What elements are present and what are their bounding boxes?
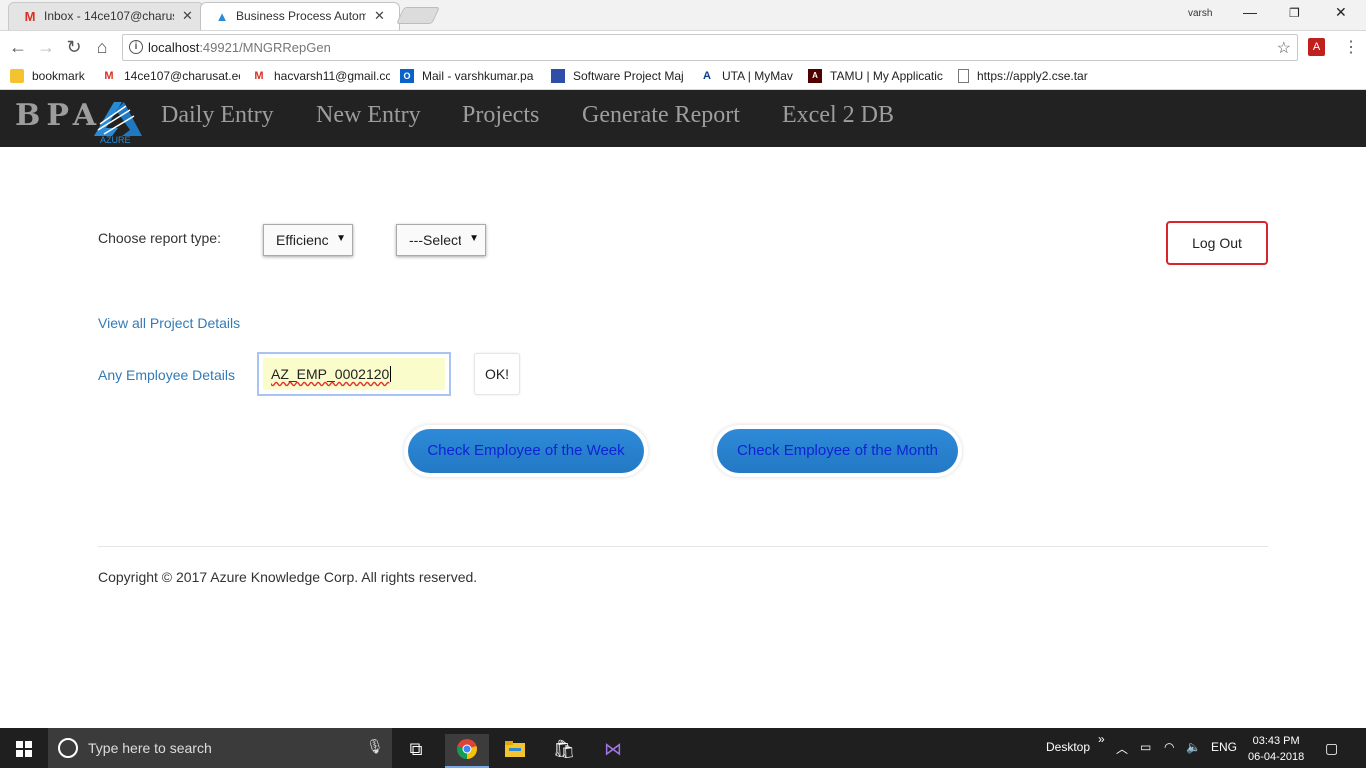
pdf-extension-icon[interactable]: A bbox=[1308, 38, 1325, 56]
task-view-icon[interactable]: ⧉ bbox=[394, 734, 438, 768]
brand[interactable]: BPA bbox=[15, 98, 102, 133]
nav-new-entry[interactable]: New Entry bbox=[316, 102, 421, 129]
restore-icon[interactable]: ❐ bbox=[1289, 6, 1300, 20]
battery-icon[interactable]: ▭ bbox=[1140, 740, 1151, 754]
clock[interactable]: 03:43 PM 06-04-2018 bbox=[1248, 733, 1304, 765]
tamu-icon: A bbox=[808, 69, 822, 83]
info-icon[interactable]: i bbox=[129, 40, 143, 54]
bookmark-item[interactable]: O Mail - varshkumar.pa bbox=[400, 69, 538, 83]
bookmark-star-icon[interactable]: ☆ bbox=[1277, 38, 1291, 58]
gmail-icon: M bbox=[24, 8, 36, 24]
gmail-icon: M bbox=[104, 70, 114, 82]
report-type-label: Choose report type: bbox=[98, 230, 221, 246]
bookmark-item[interactable]: A TAMU | My Applicatic bbox=[808, 69, 946, 83]
employee-details-link[interactable]: Any Employee Details bbox=[98, 367, 235, 383]
browser-tabstrip: M Inbox - 14ce107@charus ✕ ▲ Business Pr… bbox=[0, 0, 1366, 30]
window-close-icon[interactable]: ✕ bbox=[1335, 4, 1347, 21]
employee-of-week-wrapper: Check Employee of the Week bbox=[404, 425, 648, 477]
dropdown-arrow-icon: ▼ bbox=[469, 233, 479, 244]
svg-text:AZURE: AZURE bbox=[100, 135, 131, 144]
url-text[interactable]: localhost:49921/MNGRRepGen bbox=[148, 40, 331, 55]
language-indicator[interactable]: ENG bbox=[1211, 740, 1237, 754]
text-caret bbox=[390, 366, 392, 382]
tab-business-process[interactable]: ▲ Business Process Automa ✕ bbox=[200, 2, 400, 30]
address-bar[interactable]: i localhost:49921/MNGRRepGen ☆ bbox=[122, 34, 1298, 61]
microphone-icon[interactable]: 🎙 bbox=[366, 738, 384, 755]
forward-icon[interactable]: → bbox=[36, 37, 56, 58]
clock-date: 06-04-2018 bbox=[1248, 751, 1305, 763]
gmail-icon: M bbox=[254, 70, 264, 82]
copyright-text: Copyright © 2017 Azure Knowledge Corp. A… bbox=[98, 569, 478, 585]
bookmark-item[interactable]: M 14ce107@charusat.ec bbox=[102, 69, 240, 83]
minimize-icon[interactable]: — bbox=[1243, 4, 1257, 20]
visual-studio-icon[interactable]: ⋈ bbox=[591, 734, 635, 768]
chevron-up-icon[interactable]: ︿ bbox=[1116, 740, 1128, 757]
taskbar-search[interactable]: Type here to search 🎙 bbox=[48, 728, 392, 768]
site-navbar: BPA AZURE Daily Entry New Entry Projects… bbox=[0, 90, 1366, 147]
outlook-icon: O bbox=[400, 69, 414, 83]
employee-id-input[interactable]: AZ_EMP_0002120 bbox=[257, 352, 451, 396]
wifi-icon[interactable]: ◠ bbox=[1164, 740, 1174, 754]
close-icon[interactable]: ✕ bbox=[182, 8, 193, 24]
chrome-icon[interactable] bbox=[445, 734, 489, 768]
bookmark-item[interactable]: bookmark bbox=[10, 69, 85, 83]
nav-projects[interactable]: Projects bbox=[462, 102, 539, 129]
volume-icon[interactable]: 🔈 bbox=[1186, 740, 1201, 754]
clock-time: 03:43 PM bbox=[1252, 735, 1300, 747]
bookmark-item[interactable]: M hacvarsh11@gmail.cc bbox=[252, 69, 390, 83]
home-icon[interactable]: ⌂ bbox=[92, 37, 112, 58]
app-icon bbox=[551, 69, 565, 83]
nav-generate-report[interactable]: Generate Report bbox=[582, 102, 740, 129]
folder-icon bbox=[10, 69, 24, 83]
page-icon bbox=[958, 69, 969, 83]
azure-logo: AZURE bbox=[92, 96, 146, 145]
back-icon[interactable]: ← bbox=[8, 37, 28, 58]
uta-icon: A bbox=[703, 70, 711, 82]
close-icon[interactable]: ✕ bbox=[374, 8, 385, 24]
footer-divider bbox=[98, 546, 1268, 547]
taskbar: Type here to search 🎙 ⧉ 🛍 ⋈ Desktop » ︿ … bbox=[0, 728, 1366, 768]
profile-name[interactable]: varsh bbox=[1188, 8, 1212, 19]
view-projects-link[interactable]: View all Project Details bbox=[98, 315, 240, 331]
tab-inbox[interactable]: M Inbox - 14ce107@charus ✕ bbox=[8, 2, 204, 30]
notification-icon[interactable]: ▢ bbox=[1325, 740, 1338, 757]
nav-daily-entry[interactable]: Daily Entry bbox=[161, 102, 274, 129]
bookmark-item[interactable]: Software Project Maj bbox=[551, 69, 689, 83]
nav-excel-2-db[interactable]: Excel 2 DB bbox=[782, 102, 894, 129]
menu-icon[interactable]: ⋮ bbox=[1343, 37, 1359, 57]
secondary-select[interactable]: ---Select ▼ bbox=[396, 224, 486, 256]
windows-start-icon[interactable] bbox=[16, 741, 32, 757]
report-type-select[interactable]: Efficienc ▼ bbox=[263, 224, 353, 256]
azure-icon: ▲ bbox=[215, 8, 229, 24]
tab-title: Inbox - 14ce107@charus bbox=[44, 9, 174, 23]
cortana-icon bbox=[58, 738, 78, 758]
browser-toolbar: ← → ↻ ⌂ i localhost:49921/MNGRRepGen ☆ A… bbox=[0, 30, 1366, 64]
file-explorer-icon[interactable] bbox=[493, 734, 537, 768]
reload-icon[interactable]: ↻ bbox=[64, 37, 84, 58]
chevron-double-icon[interactable]: » bbox=[1098, 732, 1105, 746]
employee-id-value: AZ_EMP_0002120 bbox=[271, 366, 390, 382]
employee-of-month-wrapper: Check Employee of the Month bbox=[713, 425, 962, 477]
tab-title: Business Process Automa bbox=[236, 9, 366, 23]
desktop-label[interactable]: Desktop bbox=[1046, 740, 1090, 754]
employee-of-week-button[interactable]: Check Employee of the Week bbox=[408, 429, 644, 473]
dropdown-arrow-icon: ▼ bbox=[336, 233, 346, 244]
store-icon[interactable]: 🛍 bbox=[542, 734, 586, 768]
employee-of-month-button[interactable]: Check Employee of the Month bbox=[717, 429, 958, 473]
bookmark-item[interactable]: A UTA | MyMav bbox=[700, 69, 793, 83]
bookmark-item[interactable]: https://apply2.cse.tar bbox=[958, 69, 1093, 83]
bookmarks-bar: bookmark M 14ce107@charusat.ec M hacvars… bbox=[0, 64, 1366, 90]
azure-logo-icon: AZURE bbox=[94, 102, 142, 145]
new-tab-button[interactable] bbox=[396, 7, 440, 24]
logout-button[interactable]: Log Out bbox=[1166, 221, 1268, 265]
ok-button[interactable]: OK! bbox=[474, 353, 520, 395]
